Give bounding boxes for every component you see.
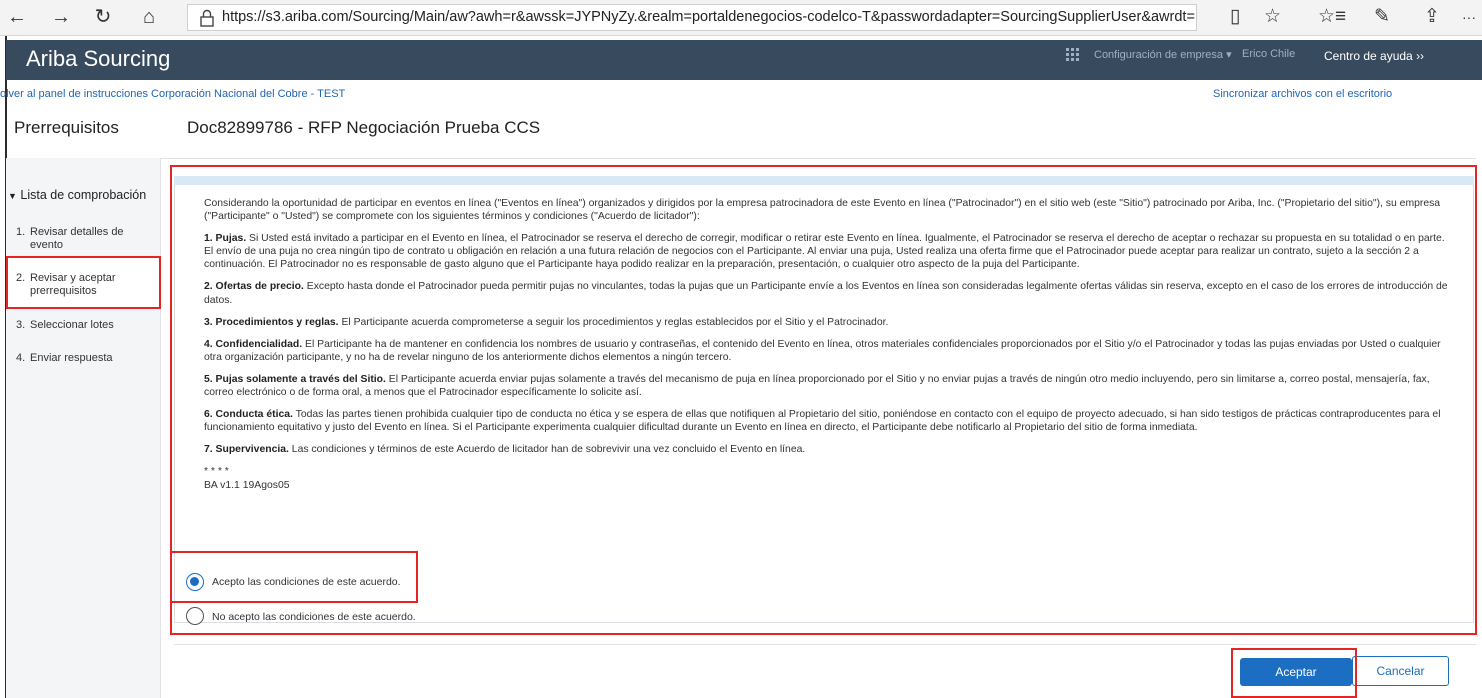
footer-divider xyxy=(174,644,1476,645)
sync-desktop-link[interactable]: Sincronizar archivos con el escritorio xyxy=(1213,88,1392,100)
accept-terms-label[interactable]: Acepto las condiciones de este acuerdo. xyxy=(212,576,401,588)
sidebar-item-event-details[interactable]: 1. Revisar detalles de evento xyxy=(16,226,140,252)
terms-section: 2. Ofertas de precio. Excepto hasta dond… xyxy=(204,281,1448,306)
checklist-title: Lista de comprobación xyxy=(20,188,147,202)
forward-arrow-icon[interactable]: → xyxy=(48,4,74,30)
back-arrow-icon[interactable]: ← xyxy=(4,4,30,30)
sidebar-item-submit-response[interactable]: 4. Enviar respuesta xyxy=(16,352,113,365)
sidebar-item-select-lots[interactable]: 3. Seleccionar lotes xyxy=(16,319,114,332)
app-header: Ariba Sourcing Configuración de empresa … xyxy=(6,40,1482,80)
step-number: 1. xyxy=(16,226,26,238)
cancel-button[interactable]: Cancelar xyxy=(1352,656,1449,686)
terms-version: BA v1.1 19Agos05 xyxy=(204,479,290,491)
accept-terms-radio[interactable] xyxy=(186,573,204,591)
reject-terms-radio[interactable] xyxy=(186,607,204,625)
terms-stars: * * * * xyxy=(204,466,229,478)
triangle-down-icon: ▼ xyxy=(8,191,17,201)
favorites-icon[interactable]: ☆≡ xyxy=(1318,5,1346,28)
step-number: 4. xyxy=(16,352,26,364)
reading-view-icon[interactable]: ▯ xyxy=(1230,5,1240,28)
divider xyxy=(6,158,1476,159)
step-label: Revisar detalles de evento xyxy=(30,226,124,251)
terms-intro: Considerando la oportunidad de participa… xyxy=(204,198,1441,223)
terms-section: 1. Pujas. Si Usted está invitado a parti… xyxy=(204,233,1445,271)
sidebar-item-prerequisites[interactable]: 2. Revisar y aceptar prerrequisitos xyxy=(16,272,130,298)
home-icon[interactable]: ⌂ xyxy=(136,4,162,30)
user-menu[interactable]: Erico Chile xyxy=(1242,48,1295,60)
lock-icon xyxy=(200,9,214,27)
company-settings-menu[interactable]: Configuración de empresa ▾ xyxy=(1094,48,1232,61)
step-label: Revisar y aceptar prerrequisitos xyxy=(30,272,116,297)
app-title: Ariba Sourcing xyxy=(26,46,171,71)
accept-button[interactable]: Aceptar xyxy=(1240,658,1352,686)
address-bar[interactable]: https://s3.ariba.com/Sourcing/Main/aw?aw… xyxy=(187,4,1197,31)
step-number: 2. xyxy=(16,272,26,284)
terms-text: Considerando la oportunidad de participa… xyxy=(204,197,1454,492)
back-to-dashboard-link[interactable]: olver al panel de instrucciones Corporac… xyxy=(0,88,345,100)
step-label: Seleccionar lotes xyxy=(30,319,114,331)
help-center-link[interactable]: Centro de ayuda ›› xyxy=(1324,49,1424,63)
more-icon[interactable]: ··· xyxy=(1462,9,1476,25)
reject-terms-label[interactable]: No acepto las condiciones de este acuerd… xyxy=(212,611,416,623)
terms-section: 4. Confidencialidad. El Participante ha … xyxy=(204,338,1441,363)
terms-section: 6. Conducta ética. Todas las partes tien… xyxy=(204,409,1441,434)
share-icon[interactable]: ⇪ xyxy=(1424,5,1440,28)
browser-toolbar: ← → ↻ ⌂ https://s3.ariba.com/Sourcing/Ma… xyxy=(0,0,1482,36)
terms-section: 3. Procedimientos y reglas. El Participa… xyxy=(204,316,889,328)
terms-section: 7. Supervivencia. Las condiciones y térm… xyxy=(204,444,806,456)
refresh-icon[interactable]: ↻ xyxy=(90,4,116,30)
app-grid-icon[interactable] xyxy=(1066,48,1080,62)
terms-panel-topbar xyxy=(174,176,1474,185)
step-number: 3. xyxy=(16,319,26,331)
terms-section: 5. Pujas solamente a través del Sitio. E… xyxy=(204,373,1430,399)
checklist-header[interactable]: ▼ Lista de comprobación xyxy=(8,188,146,202)
star-icon[interactable]: ☆ xyxy=(1264,5,1281,28)
step-label: Enviar respuesta xyxy=(30,352,113,364)
document-title: Doc82899786 - RFP Negociación Prueba CCS xyxy=(187,118,541,137)
page-heading: Prerrequisitos xyxy=(14,118,119,137)
pen-icon[interactable]: ✎ xyxy=(1374,5,1390,28)
